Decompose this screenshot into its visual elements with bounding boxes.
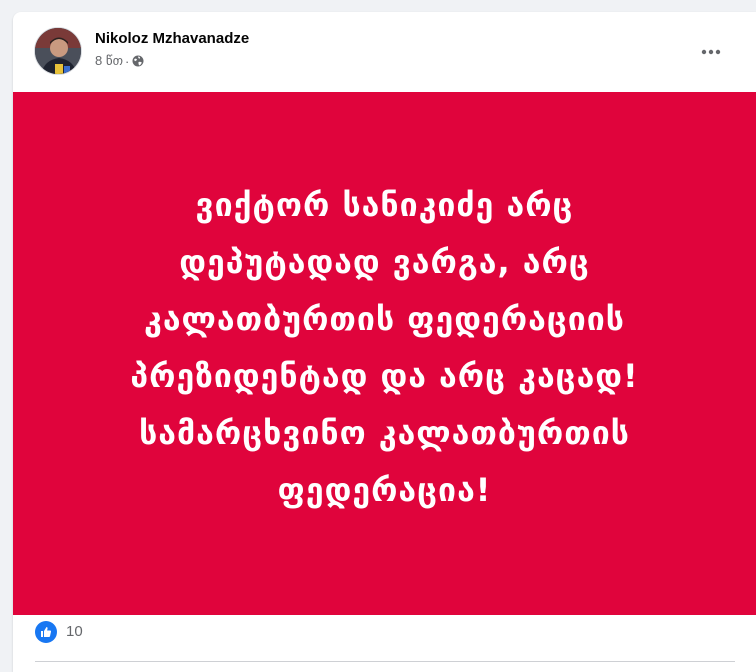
meta-separator: · xyxy=(124,53,130,69)
post-text-line: ვიქტორ სანიკიძე არც xyxy=(195,185,574,224)
post-text-line: კალათბურთის ფედერაციის xyxy=(144,299,625,338)
author-name[interactable]: Nikoloz Mzhavanadze xyxy=(95,30,249,47)
reaction-count[interactable]: 10 xyxy=(66,623,83,640)
like-icon[interactable] xyxy=(35,621,57,643)
post-header: Nikoloz Mzhavanadze 8 წთ · xyxy=(13,12,756,90)
post-timestamp[interactable]: 8 წთ xyxy=(95,53,123,69)
more-horizontal-icon xyxy=(701,49,721,55)
avatar[interactable] xyxy=(34,27,82,75)
reactions-bar: 10 xyxy=(13,615,756,655)
more-options-button[interactable] xyxy=(693,34,729,70)
post-text-line: ფედერაცია! xyxy=(277,470,492,509)
avatar-photo xyxy=(35,28,81,74)
thumbs-up-icon xyxy=(41,627,52,637)
globe-icon xyxy=(132,55,144,67)
post-image[interactable]: ვიქტორ სანიკიძე არც დეპუტადად ვარგა, არც… xyxy=(13,92,756,615)
post-image-text: ვიქტორ სანიკიძე არც დეპუტადად ვარგა, არც… xyxy=(65,177,705,519)
post-text-line: პრეზიდენტად და არც კაცად! xyxy=(130,356,639,395)
post-card: Nikoloz Mzhavanadze 8 წთ · ვიქტორ სანიკი… xyxy=(13,12,756,672)
post-meta: 8 წთ · xyxy=(95,53,144,69)
divider xyxy=(35,661,735,662)
post-text-line: დეპუტადად ვარგა, არც xyxy=(179,242,590,281)
post-text-line: სამარცხვინო კალათბურთის xyxy=(139,413,630,452)
